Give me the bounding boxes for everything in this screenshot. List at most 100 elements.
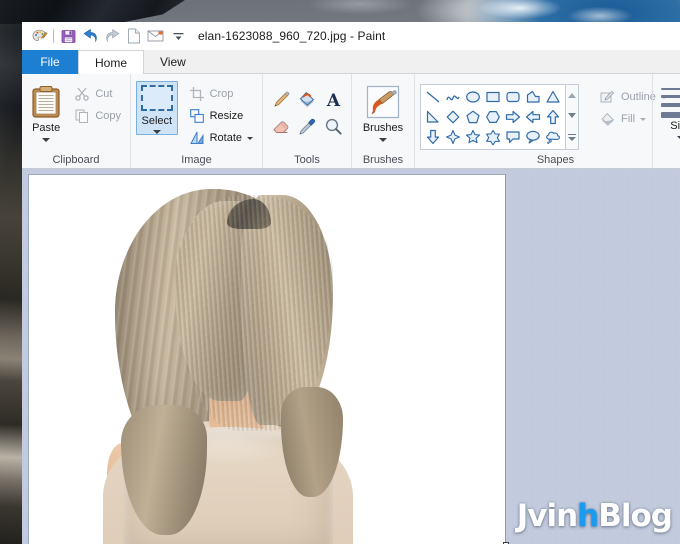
shape-diamond[interactable] [443,107,463,127]
magnifier-tool-button[interactable] [320,113,346,140]
ribbon-group-image: Select Crop Resize Rotate Image [130,74,262,168]
shape-down-arrow[interactable] [423,127,443,147]
rotate-dropdown-caret-icon[interactable] [247,136,253,140]
crop-button[interactable]: Crop [184,83,257,105]
select-label: Select [141,115,173,127]
svg-text:A: A [325,91,340,109]
qat-separator-1 [53,29,54,43]
tab-view[interactable]: View [144,50,202,74]
pencil-tool-button[interactable] [268,86,294,113]
scroll-up-icon[interactable] [568,92,576,98]
shape-triangle[interactable] [543,87,563,107]
shape-line[interactable] [423,87,443,107]
fill-label: Fill [621,113,636,125]
selection-rectangle-icon [140,85,173,111]
ribbon-group-clipboard: Paste Cut Copy Clipboard [22,74,130,168]
title-bar[interactable]: elan-1623088_960_720.jpg - Paint [22,22,680,50]
paste-icon [31,82,61,122]
image-canvas[interactable] [28,174,506,544]
shape-curve[interactable] [443,87,463,107]
ribbon-group-tools: A Tools [262,74,351,168]
copy-label: Copy [95,110,121,122]
shape-left-arrow[interactable] [523,107,543,127]
shape-hexagon[interactable] [483,107,503,127]
ribbon: Paste Cut Copy Clipboard Select Crop Res… [22,74,680,169]
crop-label: Crop [209,88,234,100]
copy-button[interactable]: Copy [69,105,125,127]
tab-file[interactable]: File [22,50,78,74]
save-icon[interactable] [57,25,79,47]
shape-right-arrow[interactable] [503,107,523,127]
brushes-dropdown-caret-icon[interactable] [379,138,387,142]
shape-rounded-rectangular-callout[interactable] [503,127,523,147]
scroll-expand-icon[interactable] [568,133,576,142]
scissors-icon [73,87,91,101]
watermark-part2: h [577,498,599,534]
shape-oval[interactable] [463,87,483,107]
canvas-workspace[interactable]: JvinhBlog [22,169,680,544]
shape-oval-callout[interactable] [523,127,543,147]
shape-up-arrow[interactable] [543,107,563,127]
scroll-down-icon[interactable] [568,113,576,119]
size-label: Size [670,120,680,132]
rotate-label: Rotate [209,132,242,144]
paint-palette-icon[interactable] [28,25,50,47]
watermark-part1: Jvin [516,498,578,534]
select-dropdown-caret-icon[interactable] [152,130,161,134]
new-file-icon[interactable] [123,25,145,47]
brushes-button[interactable]: Brushes [357,80,409,142]
group-label-tools: Tools [294,154,320,166]
tab-home[interactable]: Home [78,50,145,74]
shapes-gallery-scrollbar[interactable] [566,84,579,150]
cut-label: Cut [95,88,113,100]
crop-icon [188,87,206,101]
paste-label: Paste [32,122,61,134]
shapes-gallery[interactable] [420,84,566,150]
wallpaper-rock-top [0,0,185,24]
shape-pentagon[interactable] [463,107,483,127]
cut-button[interactable]: Cut [69,83,125,105]
redo-icon[interactable] [101,25,123,47]
size-preview-icon [661,84,680,118]
group-label-image: Image [181,154,212,166]
paste-dropdown-caret-icon[interactable] [42,138,51,142]
brushes-icon [365,82,401,122]
customize-dropdown-icon[interactable] [167,25,189,47]
select-button[interactable]: Select [136,81,178,135]
ribbon-group-brushes: Brushes Brushes [351,74,414,168]
fill-icon [599,111,617,127]
watermark-part3: Blog [598,498,673,534]
shape-five-point-star[interactable] [463,127,483,147]
shape-rectangle[interactable] [483,87,503,107]
rotate-icon [188,131,206,145]
shape-rounded-rectangle[interactable] [503,87,523,107]
paint-window: elan-1623088_960_720.jpg - Paint File Ho… [22,22,680,544]
shape-four-point-star[interactable] [443,127,463,147]
ribbon-group-shapes: Outline Fill Shapes [414,74,667,168]
shape-cloud-callout[interactable] [543,127,563,147]
paste-button[interactable]: Paste [27,80,65,142]
color-picker-tool-button[interactable] [294,113,320,140]
fill-dropdown-caret-icon[interactable] [640,117,647,121]
fill-with-color-tool-button[interactable] [294,86,320,113]
window-title: elan-1623088_960_720.jpg - Paint [198,29,386,43]
undo-icon[interactable] [79,25,101,47]
eraser-tool-button[interactable] [268,113,294,140]
size-button[interactable]: Size [658,80,680,140]
shape-six-point-star[interactable] [483,127,503,147]
shape-polygon[interactable] [523,87,543,107]
resize-icon [188,109,206,123]
copy-icon [73,109,91,123]
ribbon-group-size: Size [652,74,680,168]
portrait-photo [29,175,505,544]
outline-label: Outline [621,91,656,103]
resize-button[interactable]: Resize [184,105,257,127]
group-label-brushes: Brushes [362,154,404,166]
text-tool-button[interactable]: A [320,86,346,113]
email-icon[interactable] [145,25,167,47]
brushes-label: Brushes [362,122,404,134]
outline-icon [599,89,617,105]
shape-right-triangle[interactable] [423,107,443,127]
rotate-button[interactable]: Rotate [184,127,257,149]
watermark: JvinhBlog [516,498,673,534]
